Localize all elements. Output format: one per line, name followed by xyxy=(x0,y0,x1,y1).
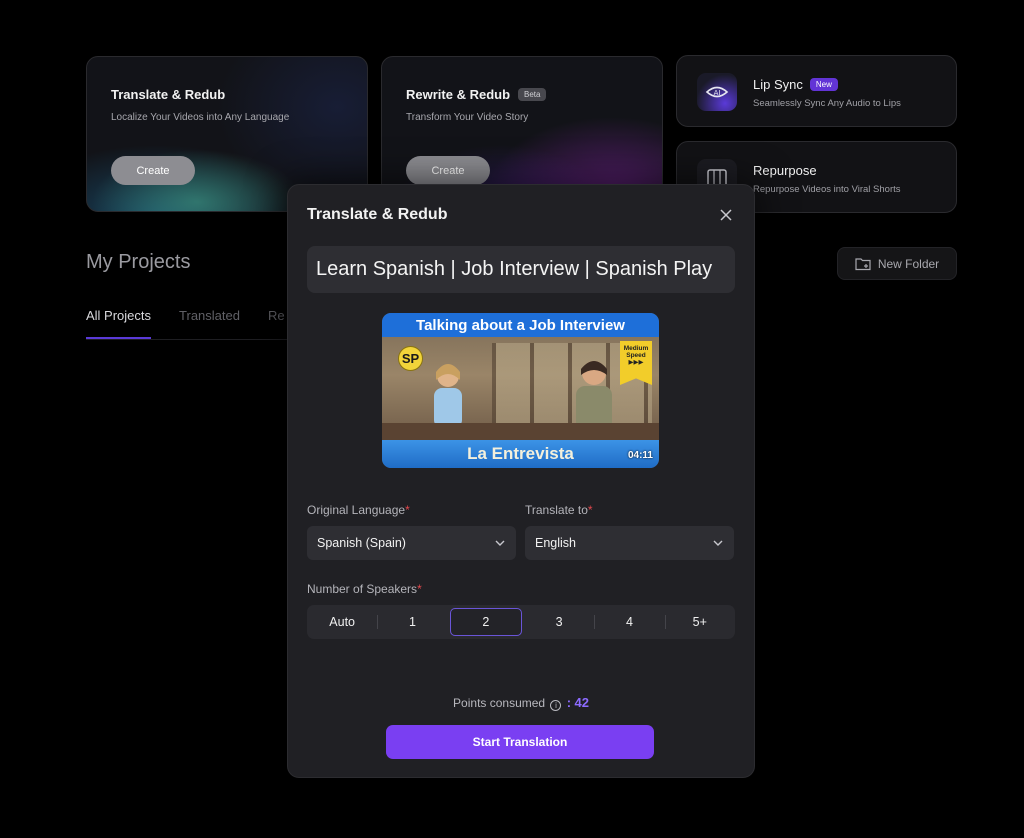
original-language-value: Spanish (Spain) xyxy=(317,536,406,550)
translate-to-value: English xyxy=(535,536,576,550)
repurpose-subtitle: Repurpose Videos into Viral Shorts xyxy=(753,184,901,195)
thumbnail-banner: Talking about a Job Interview xyxy=(382,313,659,337)
close-icon[interactable] xyxy=(718,207,734,223)
lip-sync-card[interactable]: AI Lip Sync New Seamlessly Sync Any Audi… xyxy=(676,55,957,127)
speed-badge: Medium Speed ▶▶▶ xyxy=(620,341,652,385)
speaker-option-3[interactable]: 3 xyxy=(524,608,594,636)
thumbnail-footer: La Entrevista xyxy=(382,440,659,468)
rewrite-create-button[interactable]: Create xyxy=(406,156,490,185)
lip-sync-title: Lip Sync New xyxy=(753,77,838,92)
video-thumbnail: Talking about a Job Interview SP Medium … xyxy=(382,313,659,468)
modal-title: Translate & Redub xyxy=(307,206,448,223)
translate-create-button[interactable]: Create xyxy=(111,156,195,185)
info-icon[interactable]: i xyxy=(550,700,562,711)
start-translation-button[interactable]: Start Translation xyxy=(386,725,654,759)
lip-sync-icon: AI xyxy=(697,73,737,111)
beta-badge: Beta xyxy=(518,88,547,101)
translate-redub-modal: Translate & Redub Learn Spanish | Job In… xyxy=(287,184,755,778)
new-badge: New xyxy=(809,78,838,91)
thumbnail-table xyxy=(382,423,659,441)
speaker-option-auto[interactable]: Auto xyxy=(307,608,377,636)
rewrite-card-title: Rewrite & Redub Beta xyxy=(406,87,547,102)
video-duration: 04:11 xyxy=(627,450,653,461)
project-tabs: All Projects Translated Re xyxy=(86,308,285,339)
tab-all-projects[interactable]: All Projects xyxy=(86,308,152,339)
original-language-label: Original Language* xyxy=(307,503,410,517)
translate-to-select[interactable]: English xyxy=(525,526,734,560)
speaker-option-5-plus[interactable]: 5+ xyxy=(664,608,735,636)
tab-more[interactable]: Re xyxy=(268,308,285,339)
sp-badge: SP xyxy=(398,346,423,371)
rewrite-card-subtitle: Transform Your Video Story xyxy=(406,112,529,123)
points-value: 42 xyxy=(574,695,589,710)
new-folder-label: New Folder xyxy=(877,256,940,271)
new-folder-button[interactable]: New Folder xyxy=(837,247,957,280)
svg-text:AI: AI xyxy=(714,89,721,97)
lip-sync-subtitle: Seamlessly Sync Any Audio to Lips xyxy=(753,98,901,109)
speaker-option-4[interactable]: 4 xyxy=(594,608,664,636)
speaker-count-selector: Auto 1 2 3 4 5+ xyxy=(307,605,735,639)
speakers-label: Number of Speakers* xyxy=(307,582,422,596)
chevron-down-icon xyxy=(713,540,723,546)
chevron-down-icon xyxy=(495,540,505,546)
points-consumed: Points consumed i : 42 xyxy=(453,695,589,711)
original-language-select[interactable]: Spanish (Spain) xyxy=(307,526,516,560)
translate-card-subtitle: Localize Your Videos into Any Language xyxy=(111,112,290,123)
speaker-option-1[interactable]: 1 xyxy=(377,608,447,636)
my-projects-heading: My Projects xyxy=(86,251,191,273)
tabs-divider xyxy=(86,339,296,340)
translate-card-title: Translate & Redub xyxy=(111,87,226,102)
video-title-field[interactable]: Learn Spanish | Job Interview | Spanish … xyxy=(307,246,735,293)
folder-plus-icon xyxy=(855,257,871,270)
speaker-option-2[interactable]: 2 xyxy=(449,608,522,636)
translate-to-label: Translate to* xyxy=(525,503,593,517)
tab-translated[interactable]: Translated xyxy=(179,308,240,339)
repurpose-title: Repurpose xyxy=(753,163,817,178)
